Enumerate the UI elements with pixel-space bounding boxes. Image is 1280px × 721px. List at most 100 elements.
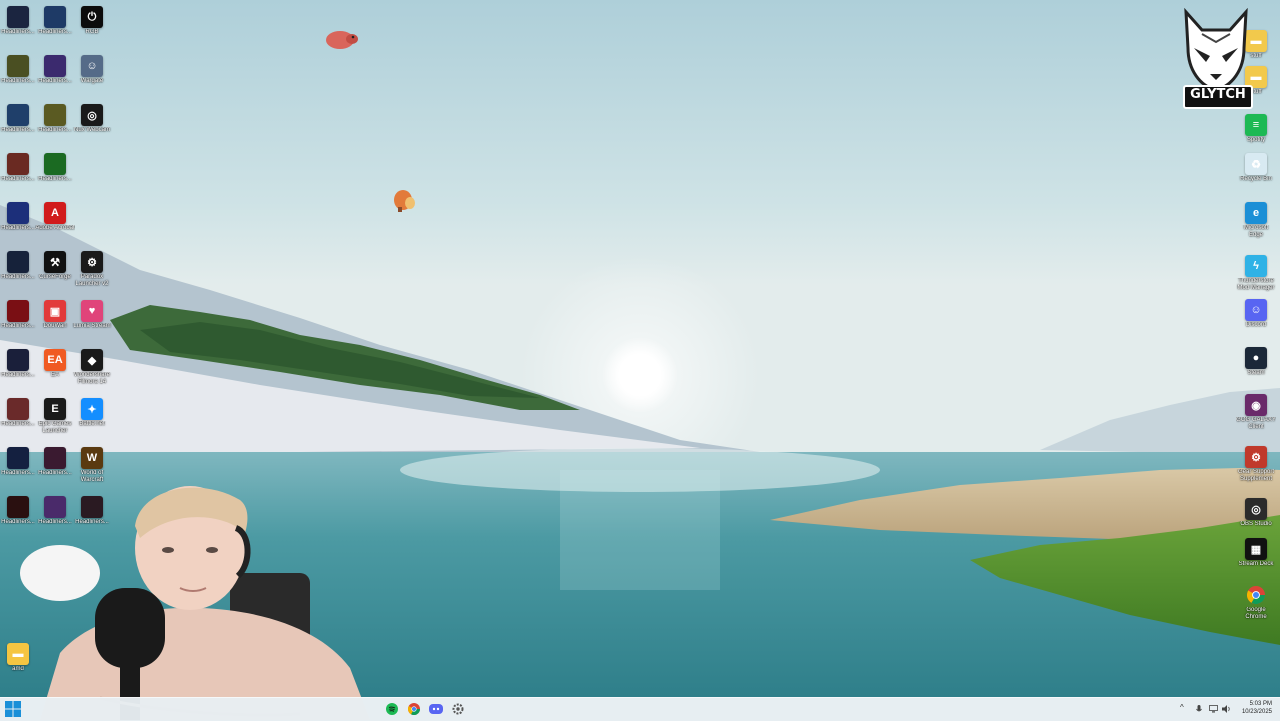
right-desktop-icon[interactable]: ≡ Spotify xyxy=(1236,114,1276,144)
app-icon xyxy=(7,104,29,126)
left-desktop-icon[interactable]: ☺ Wargate xyxy=(72,55,112,85)
right-desktop-icon[interactable]: ◎ OBS Studio xyxy=(1236,498,1276,528)
desktop-icon-label: Thunderstore Mod Manager xyxy=(1237,278,1275,291)
left-desktop-icon[interactable]: A Adobe Acrobat xyxy=(35,202,75,232)
left-desktop-icon[interactable]: ⏻ RGB xyxy=(72,6,112,36)
app-icon xyxy=(7,398,29,420)
desktop-icon-label: Headliners... xyxy=(1,225,35,231)
app-icon: ◎ xyxy=(81,104,103,126)
left-desktop-icon[interactable]: E Epic Games Launcher xyxy=(35,398,75,435)
left-desktop-icon[interactable]: Headliners... xyxy=(0,104,38,134)
app-icon xyxy=(7,251,29,273)
left-desktop-icon[interactable]: Headliners... xyxy=(0,6,38,36)
right-desktop-icon[interactable]: ♻ Recycle Bin xyxy=(1236,153,1276,183)
left-desktop-icon[interactable]: ♥ Lumia Stream xyxy=(72,300,112,330)
app-icon: ☺ xyxy=(1245,299,1267,321)
desktop-icon-label: Headliners... xyxy=(1,274,35,280)
desktop-icon-label: Headliners... xyxy=(1,470,35,476)
desktop-icon-label: Wondershare Filmora 14 xyxy=(74,372,110,385)
app-icon: ♥ xyxy=(81,300,103,322)
app-icon: e xyxy=(1245,202,1267,224)
desktop-icon-label: Headliners... xyxy=(1,421,35,427)
left-desktop-icon[interactable]: ✦ Battle.net xyxy=(72,398,112,428)
left-desktop-icon[interactable]: Headliners... xyxy=(0,153,38,183)
right-desktop-icon[interactable]: ☺ Discord xyxy=(1236,299,1276,329)
app-icon: ⚙ xyxy=(1245,446,1267,468)
right-desktop-icon[interactable]: ◉ GOG GALAXY Client xyxy=(1236,394,1276,431)
taskbar-settings[interactable] xyxy=(450,701,466,717)
app-icon: E xyxy=(44,398,66,420)
desktop-icon-label: Wargate xyxy=(80,78,104,84)
app-icon xyxy=(7,447,29,469)
windows-icon xyxy=(5,701,21,717)
desktop-icon-label: Microsoft Edge xyxy=(1243,225,1269,238)
left-desktop-icon[interactable]: Headliners... xyxy=(35,153,75,183)
taskbar-chrome[interactable] xyxy=(406,701,422,717)
taskbar-spotify[interactable] xyxy=(384,701,400,717)
desktop-icon-label: Spotify xyxy=(1246,137,1266,143)
left-desktop-icon[interactable]: Headliners... xyxy=(0,349,38,379)
right-desktop-icon[interactable]: e Microsoft Edge xyxy=(1236,202,1276,239)
desktop-icon-label: RGB xyxy=(85,29,99,35)
desktop-icon-label: Nux Webcam xyxy=(74,127,110,133)
right-desktop-icon[interactable]: Google Chrome xyxy=(1236,584,1276,621)
start-button[interactable] xyxy=(4,700,22,718)
desktop-icon-label: CurseForge xyxy=(39,274,71,280)
app-icon: ≡ xyxy=(1245,114,1267,136)
left-desktop-icon[interactable]: Headliners... xyxy=(0,300,38,330)
left-desktop-icon[interactable]: ⚒ CurseForge xyxy=(35,251,75,281)
left-desktop-icon[interactable]: ⚙ Paradox Launcher v2 xyxy=(72,251,112,288)
app-icon xyxy=(7,6,29,28)
right-desktop-icon[interactable]: ϟ Thunderstore Mod Manager xyxy=(1236,255,1276,292)
app-icon xyxy=(44,104,66,126)
bird-sprite xyxy=(326,31,358,49)
glytch-brand-label: GLYTCH xyxy=(1183,85,1253,109)
taskbar-discord[interactable] xyxy=(428,701,444,717)
desktop-icon-label: DouWan xyxy=(43,323,67,329)
right-desktop-icon[interactable]: ⚙ Gear Support Supplement xyxy=(1236,446,1276,483)
app-icon: W xyxy=(81,447,103,469)
desktop-icon-label: Headliners... xyxy=(1,372,35,378)
left-desktop-icon[interactable]: Headliners... xyxy=(0,251,38,281)
left-desktop-icon[interactable]: Headliners... xyxy=(0,202,38,232)
desktop-icon-label: EA xyxy=(50,372,59,378)
app-icon: ϟ xyxy=(1245,255,1267,277)
tray-chevron-icon[interactable]: ^ xyxy=(1180,703,1184,712)
desktop-icon-label: Recycle Bin xyxy=(1240,176,1272,182)
left-desktop-icon[interactable]: Headliners... xyxy=(35,6,75,36)
left-desktop-icon[interactable]: ◆ Wondershare Filmora 14 xyxy=(72,349,112,386)
left-desktop-icon[interactable]: Headliners... xyxy=(0,55,38,85)
taskbar-clock[interactable]: 5:03 PM 10/23/2025 xyxy=(1242,700,1272,716)
left-desktop-icon[interactable]: ◎ Nux Webcam xyxy=(72,104,112,134)
left-desktop-icon[interactable]: Headliners... xyxy=(35,447,75,477)
app-icon xyxy=(7,55,29,77)
network-icon[interactable] xyxy=(1209,705,1218,713)
desktop-icon-label: Lumia Stream xyxy=(73,323,111,329)
app-icon: ⚒ xyxy=(44,251,66,273)
settings-icon xyxy=(452,703,464,715)
left-desktop-icon[interactable]: Headliners... xyxy=(0,398,38,428)
desktop-icon-label: Stream Deck xyxy=(1238,561,1274,567)
left-desktop-icon[interactable]: EA EA xyxy=(35,349,75,379)
spotify-icon xyxy=(386,703,398,715)
app-icon xyxy=(7,300,29,322)
desktop-icon-label: Discord xyxy=(1245,322,1267,328)
desktop-icon-label: Gear Support Supplement xyxy=(1237,469,1275,482)
app-icon xyxy=(7,202,29,224)
right-desktop-icon[interactable]: ● Steam xyxy=(1236,347,1276,377)
right-desktop-icon[interactable]: ▦ Stream Deck xyxy=(1236,538,1276,568)
left-desktop-icon[interactable]: Headliners... xyxy=(35,104,75,134)
volume-icon[interactable] xyxy=(1222,705,1232,713)
desktop-icon-label: Headliners... xyxy=(38,176,72,182)
left-desktop-icon[interactable]: Headliners... xyxy=(35,55,75,85)
app-icon: ▦ xyxy=(1245,538,1267,560)
microphone-icon[interactable] xyxy=(1196,705,1202,714)
app-icon xyxy=(7,153,29,175)
desktop-icon-label: Steam xyxy=(1247,370,1265,376)
left-desktop-icon[interactable]: Headliners... xyxy=(0,447,38,477)
app-icon: ◉ xyxy=(1245,394,1267,416)
webcam-overlay xyxy=(20,486,370,720)
app-icon: ⏻ xyxy=(81,6,103,28)
desktop-icon-label: Headliners... xyxy=(1,323,35,329)
left-desktop-icon[interactable]: ▣ DouWan xyxy=(35,300,75,330)
